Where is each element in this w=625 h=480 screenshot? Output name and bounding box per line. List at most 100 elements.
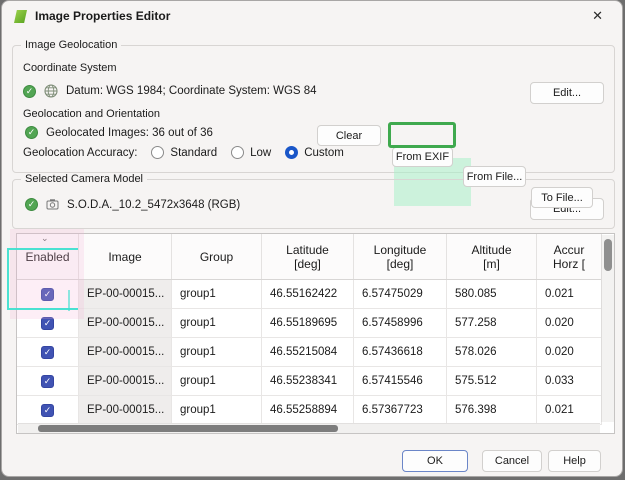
- radio-low[interactable]: Low: [231, 146, 271, 159]
- cell-accuracy_horz[interactable]: 0.021: [537, 396, 602, 424]
- table-row[interactable]: ✓ EP-00-00015... group1 46.55162422 6.574750…: [17, 280, 602, 309]
- cell-accuracy_horz[interactable]: 0.033: [537, 367, 602, 395]
- edit-coordinate-system-button[interactable]: Edit...: [530, 82, 604, 104]
- ok-button[interactable]: OK: [402, 450, 468, 472]
- cell-altitude[interactable]: 577.258: [447, 309, 537, 337]
- geolocated-images-text: Geolocated Images: 36 out of 36: [46, 126, 213, 139]
- cell-image[interactable]: EP-00-00015...: [79, 367, 172, 395]
- column-header-group[interactable]: Group: [172, 234, 262, 279]
- datum-text: Datum: WGS 1984; Coordinate System: WGS …: [66, 85, 317, 97]
- radio-standard[interactable]: Standard: [151, 146, 217, 159]
- clear-button[interactable]: Clear: [317, 125, 381, 146]
- sort-indicator-icon[interactable]: ⌄: [41, 234, 49, 243]
- image-geolocation-group: Image Geolocation Coordinate System ✓ Da…: [12, 39, 615, 208]
- column-header-longitude[interactable]: Longitude [deg]: [354, 234, 447, 279]
- cell-longitude[interactable]: 6.57475029: [354, 280, 447, 308]
- group-title: Selected Camera Model: [21, 173, 148, 185]
- geolocated-images-row: ✓ Geolocated Images: 36 out of 36: [25, 126, 213, 139]
- accuracy-row: Geolocation Accuracy: Standard Low Custom: [23, 146, 344, 159]
- row-checkbox[interactable]: ✓: [41, 287, 54, 301]
- column-header-text: [m]: [483, 256, 500, 271]
- column-header-text: Longitude: [373, 242, 427, 257]
- cell-image[interactable]: EP-00-00015...: [79, 396, 172, 424]
- cell-image[interactable]: EP-00-00015...: [79, 280, 172, 308]
- accuracy-label: Geolocation Accuracy:: [23, 146, 138, 159]
- status-ok-icon: ✓: [25, 198, 38, 211]
- camera-model-group: Selected Camera Model ✓ S.O.D.A._10.2_54…: [12, 173, 615, 229]
- table-row[interactable]: ✓ EP-00-00015... group1 46.55189695 6.574589…: [17, 309, 602, 338]
- dialog-title: Image Properties Editor: [35, 9, 171, 23]
- row-checkbox[interactable]: ✓: [41, 374, 54, 388]
- cell-longitude[interactable]: 6.57415546: [354, 367, 447, 395]
- column-header-text: Horz [: [552, 256, 585, 271]
- column-header-text: Enabled: [25, 249, 70, 264]
- cell-altitude[interactable]: 575.512: [447, 367, 537, 395]
- column-header-text: [deg]: [386, 256, 414, 271]
- cell-longitude[interactable]: 6.57436618: [354, 338, 447, 366]
- cell-group[interactable]: group1: [172, 338, 262, 366]
- column-header-text: [deg]: [294, 256, 321, 271]
- column-header-accur[interactable]: Accur Horz [: [537, 234, 602, 279]
- status-ok-icon: ✓: [25, 126, 38, 139]
- cell-latitude[interactable]: 46.55238341: [262, 367, 354, 395]
- cell-image[interactable]: EP-00-00015...: [79, 338, 172, 366]
- radio-circle-icon[interactable]: [151, 146, 165, 159]
- radio-label: Low: [250, 146, 272, 159]
- cell-image[interactable]: EP-00-00015...: [79, 309, 172, 337]
- cell-group[interactable]: group1: [172, 367, 262, 395]
- from-file-button[interactable]: From File...: [463, 166, 526, 187]
- column-header-text: Accur: [553, 242, 585, 257]
- cell-latitude[interactable]: 46.55162422: [262, 280, 354, 308]
- column-header-text: Altitude: [471, 242, 512, 257]
- to-file-button[interactable]: To File...: [531, 187, 593, 208]
- cell-group[interactable]: group1: [172, 309, 262, 337]
- cell-accuracy_horz[interactable]: 0.021: [537, 280, 602, 308]
- column-header-text: Image: [108, 249, 142, 264]
- cell-latitude[interactable]: 46.55189695: [262, 309, 354, 337]
- radio-custom[interactable]: Custom: [285, 146, 344, 159]
- camera-model-row: ✓ S.O.D.A._10.2_5472x3648 (RGB): [25, 198, 240, 211]
- image-table: ⌄ Enabled Image Group Latitude [deg] Longitud…: [16, 233, 615, 434]
- cell-altitude[interactable]: 576.398: [447, 396, 537, 424]
- cell-altitude[interactable]: 580.085: [447, 280, 537, 308]
- cell-group[interactable]: group1: [172, 280, 262, 308]
- accuracy-radio-group: Standard Low Custom: [137, 146, 344, 159]
- cell-accuracy_horz[interactable]: 0.020: [537, 338, 602, 366]
- table-row[interactable]: ✓ EP-00-00015... group1 46.55258894 6.573677…: [17, 396, 602, 425]
- row-checkbox[interactable]: ✓: [41, 345, 54, 359]
- geolocation-orientation-label: Geolocation and Orientation: [23, 108, 160, 120]
- column-header-image[interactable]: Image: [79, 234, 172, 279]
- vertical-scrollbar-thumb[interactable]: [604, 239, 612, 271]
- cell-latitude[interactable]: 46.55258894: [262, 396, 354, 424]
- from-exif-button[interactable]: From EXIF: [392, 147, 453, 167]
- row-checkbox[interactable]: ✓: [41, 316, 54, 330]
- horizontal-scrollbar[interactable]: [18, 423, 600, 433]
- column-header-latitude[interactable]: Latitude [deg]: [262, 234, 354, 279]
- cell-altitude[interactable]: 578.026: [447, 338, 537, 366]
- column-header-altitude[interactable]: Altitude [m]: [447, 234, 537, 279]
- table-header-row: Enabled Image Group Latitude [deg] Longitude[…: [17, 234, 602, 280]
- close-icon[interactable]: ✕: [589, 8, 606, 24]
- table-row[interactable]: ✓ EP-00-00015... group1 46.55238341 6.574155…: [17, 367, 602, 396]
- cell-latitude[interactable]: 46.55215084: [262, 338, 354, 366]
- radio-label: Custom: [304, 146, 344, 159]
- enabled-cell: ✓: [17, 396, 79, 424]
- radio-circle-icon[interactable]: [285, 146, 299, 159]
- radio-label: Standard: [170, 146, 218, 159]
- enabled-cell: ✓: [17, 280, 79, 308]
- table-row[interactable]: ✓ EP-00-00015... group1 46.55215084 6.574366…: [17, 338, 602, 367]
- cell-accuracy_horz[interactable]: 0.020: [537, 309, 602, 337]
- help-button[interactable]: Help: [548, 450, 601, 472]
- group-title: Image Geolocation: [21, 39, 122, 51]
- row-checkbox[interactable]: ✓: [41, 403, 54, 417]
- cell-longitude[interactable]: 6.57458996: [354, 309, 447, 337]
- radio-circle-icon[interactable]: [231, 146, 245, 159]
- vertical-scrollbar[interactable]: [601, 235, 614, 422]
- globe-icon: [44, 84, 58, 98]
- horizontal-scrollbar-thumb[interactable]: [38, 425, 338, 432]
- camera-model-text: S.O.D.A._10.2_5472x3648 (RGB): [67, 198, 241, 211]
- cell-group[interactable]: group1: [172, 396, 262, 424]
- cancel-button[interactable]: Cancel: [482, 450, 542, 472]
- cell-longitude[interactable]: 6.57367723: [354, 396, 447, 424]
- column-header-text: Latitude: [286, 242, 329, 257]
